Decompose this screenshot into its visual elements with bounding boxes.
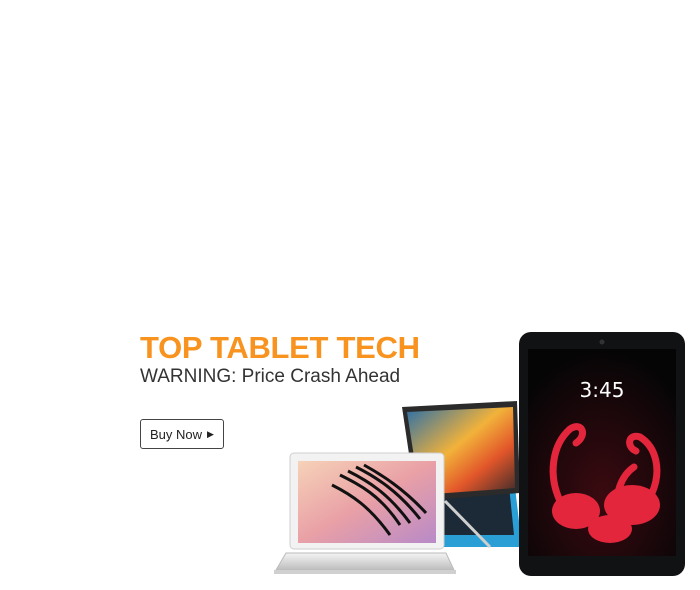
black-android-tablet: 3:45 (519, 332, 685, 576)
tablet-clock: 3:45 (580, 378, 625, 402)
promo-banner: TOP TABLET TECH WARNING: Price Crash Ahe… (0, 0, 700, 590)
buy-now-button[interactable]: Buy Now ▶ (140, 419, 224, 449)
buy-now-label: Buy Now (150, 426, 203, 442)
white-laptop-tablet (274, 452, 456, 574)
play-arrow-icon: ▶ (207, 428, 214, 439)
tablet-product-image: 3:45 (274, 332, 685, 576)
